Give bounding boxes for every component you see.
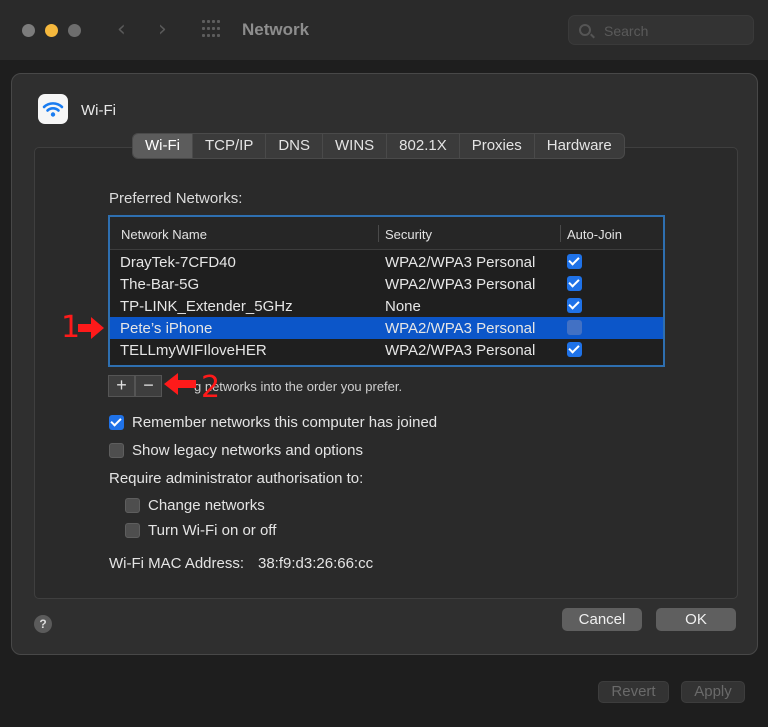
network-name: The-Bar-5G xyxy=(120,276,200,293)
column-security[interactable]: Security xyxy=(385,227,432,242)
zoom-window-button[interactable] xyxy=(68,24,81,37)
remember-networks-label: Remember networks this computer has join… xyxy=(132,414,438,431)
show-all-grid-icon[interactable] xyxy=(202,20,222,38)
network-name: TP-LINK_Extender_5GHz xyxy=(120,298,293,315)
wifi-settings-sheet: Wi-Fi Wi-Fi TCP/IP DNS WINS 802.1X Proxi… xyxy=(11,73,758,655)
network-name: DrayTek-7CFD40 xyxy=(120,254,236,271)
tab-tcpip[interactable]: TCP/IP xyxy=(193,134,267,158)
sheet-title: Wi-Fi xyxy=(81,102,116,119)
preferred-networks-table[interactable]: Network Name Security Auto-Join DrayTek-… xyxy=(108,215,665,367)
change-networks-checkbox[interactable] xyxy=(125,498,140,513)
column-network-name[interactable]: Network Name xyxy=(121,227,207,242)
search-placeholder: Search xyxy=(604,23,649,39)
table-row[interactable]: TP-LINK_Extender_5GHz None xyxy=(110,295,663,317)
table-row-selected[interactable]: Pete’s iPhone WPA2/WPA3 Personal xyxy=(110,317,663,339)
table-row[interactable]: DrayTek-7CFD40 WPA2/WPA3 Personal xyxy=(110,251,663,273)
tab-bar: Wi-Fi TCP/IP DNS WINS 802.1X Proxies Har… xyxy=(132,133,625,159)
turn-wifi-label: Turn Wi-Fi on or off xyxy=(148,522,277,539)
search-icon xyxy=(579,24,591,36)
column-divider xyxy=(560,225,561,242)
table-row[interactable]: TELLmyWIFIloveHER WPA2/WPA3 Personal xyxy=(110,339,663,361)
tab-proxies[interactable]: Proxies xyxy=(460,134,535,158)
apply-button[interactable]: Apply xyxy=(681,681,745,703)
minimize-window-button[interactable] xyxy=(45,24,58,37)
cancel-button[interactable]: Cancel xyxy=(562,608,642,631)
revert-button[interactable]: Revert xyxy=(598,681,669,703)
turn-wifi-checkbox[interactable] xyxy=(125,523,140,538)
mac-address-label: Wi-Fi MAC Address: xyxy=(109,555,245,572)
show-legacy-label: Show legacy networks and options xyxy=(132,442,363,459)
close-window-button[interactable] xyxy=(22,24,35,37)
remove-network-button[interactable]: − xyxy=(135,375,162,397)
remember-networks-checkbox[interactable] xyxy=(109,415,124,430)
network-security: WPA2/WPA3 Personal xyxy=(385,342,536,359)
auto-join-checkbox[interactable] xyxy=(567,276,582,291)
auto-join-checkbox[interactable] xyxy=(567,342,582,357)
tab-wins[interactable]: WINS xyxy=(323,134,388,158)
annotation-arrow-right-icon xyxy=(78,317,104,339)
column-divider xyxy=(378,225,379,242)
network-security: WPA2/WPA3 Personal xyxy=(385,320,536,337)
network-security: None xyxy=(385,298,421,315)
back-arrow-icon[interactable]: ‹ xyxy=(117,17,126,42)
tab-wifi[interactable]: Wi-Fi xyxy=(133,134,193,158)
auto-join-checkbox[interactable] xyxy=(567,254,582,269)
network-security: WPA2/WPA3 Personal xyxy=(385,254,536,271)
table-header: Network Name Security Auto-Join xyxy=(110,217,663,250)
add-network-button[interactable]: + xyxy=(108,375,135,397)
tab-hardware[interactable]: Hardware xyxy=(535,134,624,158)
show-legacy-checkbox[interactable] xyxy=(109,443,124,458)
forward-arrow-icon[interactable]: › xyxy=(158,17,167,42)
require-admin-label: Require administrator authorisation to: xyxy=(109,470,364,487)
help-button[interactable]: ? xyxy=(34,615,52,633)
search-field[interactable]: Search xyxy=(568,15,754,45)
change-networks-label: Change networks xyxy=(148,497,265,514)
auto-join-checkbox[interactable] xyxy=(567,320,582,335)
annotation-arrow-left-icon xyxy=(164,373,196,395)
tab-dns[interactable]: DNS xyxy=(266,134,323,158)
wifi-icon xyxy=(38,94,68,124)
tab-8021x[interactable]: 802.1X xyxy=(387,134,460,158)
auto-join-checkbox[interactable] xyxy=(567,298,582,313)
window-titlebar: ‹ › Network Search xyxy=(0,0,768,60)
network-name: TELLmyWIFIloveHER xyxy=(120,342,267,359)
table-row[interactable]: The-Bar-5G WPA2/WPA3 Personal xyxy=(110,273,663,295)
preferred-networks-label: Preferred Networks: xyxy=(109,190,243,207)
network-name: Pete’s iPhone xyxy=(120,320,213,337)
ok-button[interactable]: OK xyxy=(656,608,736,631)
mac-address-value: 38:f9:d3:26:66:cc xyxy=(258,555,374,572)
annotation-number-2: 2 xyxy=(201,370,221,405)
column-auto-join[interactable]: Auto-Join xyxy=(567,227,622,242)
window-title: Network xyxy=(242,20,310,39)
network-security: WPA2/WPA3 Personal xyxy=(385,276,536,293)
drag-order-hint: g networks into the order you prefer. xyxy=(194,379,403,394)
